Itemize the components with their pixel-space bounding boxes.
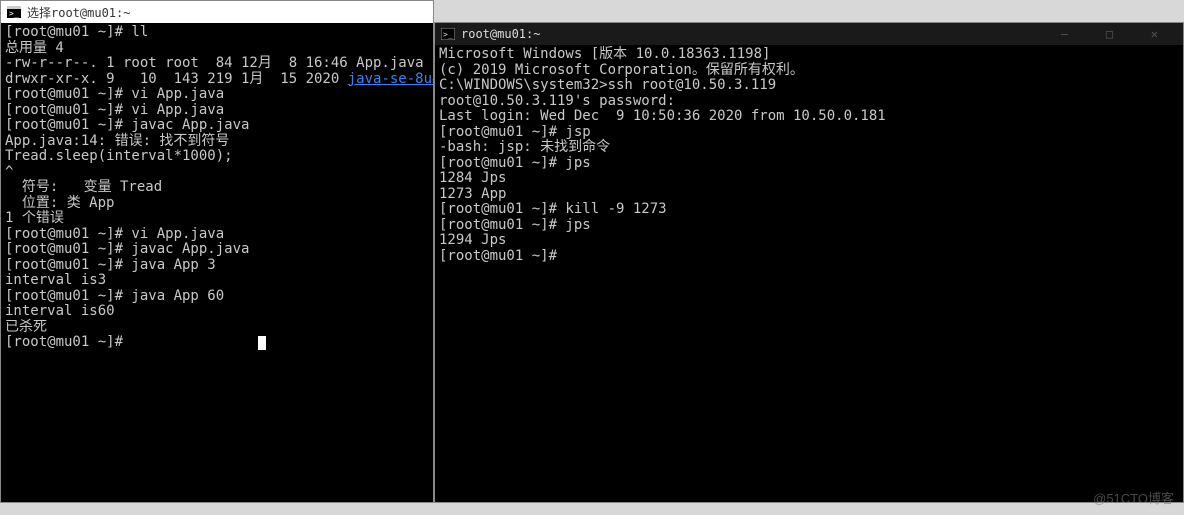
terminal-text: 已杀死 xyxy=(5,319,47,335)
terminal-line: 1294 Jps xyxy=(439,233,1179,249)
terminal-line: 1273 App xyxy=(439,187,1179,203)
terminal-text: [root@mu01 ~]# kill -9 1273 xyxy=(439,201,667,217)
terminal-line: -rw-r--r--. 1 root root 84 12月 8 16:46 A… xyxy=(5,56,429,72)
minimize-button[interactable]: — xyxy=(1042,23,1087,45)
terminal-line: [root@mu01 ~]# vi App.java xyxy=(5,103,429,119)
terminal-text: interval is3 xyxy=(5,272,106,288)
terminal-text: [root@mu01 ~]# jsp xyxy=(439,124,591,140)
terminal-line: 1284 Jps xyxy=(439,171,1179,187)
terminal-text: C:\WINDOWS\system32>ssh root@10.50.3.119 xyxy=(439,77,776,93)
terminal-line: Tread.sleep(interval*1000); xyxy=(5,149,429,165)
cmd-icon: >_ xyxy=(441,27,455,41)
terminal-text: [root@mu01 ~]# jps xyxy=(439,217,591,233)
terminal-text: Last login: Wed Dec 9 10:50:36 2020 from… xyxy=(439,108,886,124)
terminal-text: root@10.50.3.119's password: xyxy=(439,93,675,109)
terminal-text: 总用量 4 xyxy=(5,40,64,56)
terminal-line: [root@mu01 ~]# ll xyxy=(5,25,429,41)
terminal-line: 1 个错误 xyxy=(5,211,429,227)
terminal-line: [root@mu01 ~]# xyxy=(5,335,429,351)
terminal-text: [root@mu01 ~]# vi App.java xyxy=(5,226,224,242)
terminal-line: C:\WINDOWS\system32>ssh root@10.50.3.119 xyxy=(439,78,1179,94)
terminal-text: 1 个错误 xyxy=(5,210,64,226)
terminal-text: 1284 Jps xyxy=(439,170,506,186)
titlebar-right[interactable]: >_ root@mu01:~ — □ ✕ xyxy=(435,23,1183,45)
terminal-link[interactable]: java-se-8u41-ri xyxy=(348,71,433,87)
window-controls: — □ ✕ xyxy=(1042,23,1177,45)
terminal-text: [root@mu01 ~]# ll xyxy=(5,24,148,40)
terminal-text: (c) 2019 Microsoft Corporation。保留所有权利。 xyxy=(439,62,804,78)
terminal-text: [root@mu01 ~]# vi App.java xyxy=(5,102,224,118)
terminal-line: [root@mu01 ~]# javac App.java xyxy=(5,118,429,134)
cmd-icon: >_ xyxy=(7,5,21,19)
maximize-button[interactable]: □ xyxy=(1087,23,1132,45)
terminal-line: root@10.50.3.119's password: xyxy=(439,94,1179,110)
terminal-text: Microsoft Windows [版本 10.0.18363.1198] xyxy=(439,46,770,62)
terminal-text: Tread.sleep(interval*1000); xyxy=(5,148,233,164)
terminal-line: [root@mu01 ~]# kill -9 1273 xyxy=(439,202,1179,218)
terminal-window-left: >_ 选择root@mu01:~ [root@mu01 ~]# ll总用量 4-… xyxy=(0,0,434,503)
window-title-left: 选择root@mu01:~ xyxy=(27,4,427,21)
terminal-text: 位置: 类 App xyxy=(5,195,114,211)
svg-text:>_: >_ xyxy=(443,30,453,39)
terminal-text: [root@mu01 ~]# vi App.java xyxy=(5,86,224,102)
terminal-line: 位置: 类 App xyxy=(5,196,429,212)
terminal-text: -rw-r--r--. 1 root root 84 12月 8 16:46 A… xyxy=(5,55,424,71)
terminal-text: drwxr-xr-x. 9 10 143 219 1月 15 2020 xyxy=(5,71,348,87)
terminal-line: [root@mu01 ~]# xyxy=(439,249,1179,265)
terminal-text: ^ xyxy=(5,164,13,180)
svg-text:>_: >_ xyxy=(9,9,19,18)
terminal-window-right: >_ root@mu01:~ — □ ✕ Microsoft Windows [… xyxy=(434,22,1184,503)
cursor xyxy=(258,336,266,350)
terminal-text: [root@mu01 ~]# xyxy=(439,248,557,264)
terminal-line: 已杀死 xyxy=(5,320,429,336)
terminal-body-right[interactable]: Microsoft Windows [版本 10.0.18363.1198](c… xyxy=(435,45,1183,502)
terminal-line: Last login: Wed Dec 9 10:50:36 2020 from… xyxy=(439,109,1179,125)
terminal-text: 1273 App xyxy=(439,186,506,202)
window-title-right: root@mu01:~ xyxy=(461,27,1042,41)
terminal-line: -bash: jsp: 未找到命令 xyxy=(439,140,1179,156)
terminal-line: [root@mu01 ~]# java App 60 xyxy=(5,289,429,305)
terminal-text: interval is60 xyxy=(5,303,115,319)
terminal-text: 1294 Jps xyxy=(439,232,506,248)
terminal-line: 总用量 4 xyxy=(5,41,429,57)
terminal-line: [root@mu01 ~]# java App 3 xyxy=(5,258,429,274)
terminal-text: App.java:14: 错误: 找不到符号 xyxy=(5,133,229,149)
terminal-text: [root@mu01 ~]# java App 3 xyxy=(5,257,216,273)
terminal-text: [root@mu01 ~]# javac App.java xyxy=(5,241,249,257)
terminal-text: [root@mu01 ~]# java App 60 xyxy=(5,288,224,304)
terminal-line: 符号: 变量 Tread xyxy=(5,180,429,196)
terminal-text: [root@mu01 ~]# javac App.java xyxy=(5,117,249,133)
terminal-line: interval is3 xyxy=(5,273,429,289)
terminal-text: [root@mu01 ~]# jps xyxy=(439,155,591,171)
terminal-line: [root@mu01 ~]# jps xyxy=(439,156,1179,172)
terminal-line: ^ xyxy=(5,165,429,181)
terminal-text: -bash: jsp: 未找到命令 xyxy=(439,139,610,155)
terminal-body-left[interactable]: [root@mu01 ~]# ll总用量 4-rw-r--r--. 1 root… xyxy=(1,23,433,502)
terminal-line: [root@mu01 ~]# jsp xyxy=(439,125,1179,141)
watermark: @51CTO博客 xyxy=(1093,488,1174,507)
terminal-line: App.java:14: 错误: 找不到符号 xyxy=(5,134,429,150)
terminal-line: [root@mu01 ~]# jps xyxy=(439,218,1179,234)
terminal-line: Microsoft Windows [版本 10.0.18363.1198] xyxy=(439,47,1179,63)
terminal-line: interval is60 xyxy=(5,304,429,320)
terminal-text: [root@mu01 ~]# xyxy=(5,334,258,350)
terminal-text: 符号: 变量 Tread xyxy=(5,179,162,195)
terminal-line: (c) 2019 Microsoft Corporation。保留所有权利。 xyxy=(439,63,1179,79)
titlebar-left[interactable]: >_ 选择root@mu01:~ xyxy=(1,1,433,23)
terminal-line: [root@mu01 ~]# vi App.java xyxy=(5,227,429,243)
terminal-line: drwxr-xr-x. 9 10 143 219 1月 15 2020 java… xyxy=(5,72,429,88)
terminal-line: [root@mu01 ~]# vi App.java xyxy=(5,87,429,103)
terminal-line: [root@mu01 ~]# javac App.java xyxy=(5,242,429,258)
close-button[interactable]: ✕ xyxy=(1132,23,1177,45)
